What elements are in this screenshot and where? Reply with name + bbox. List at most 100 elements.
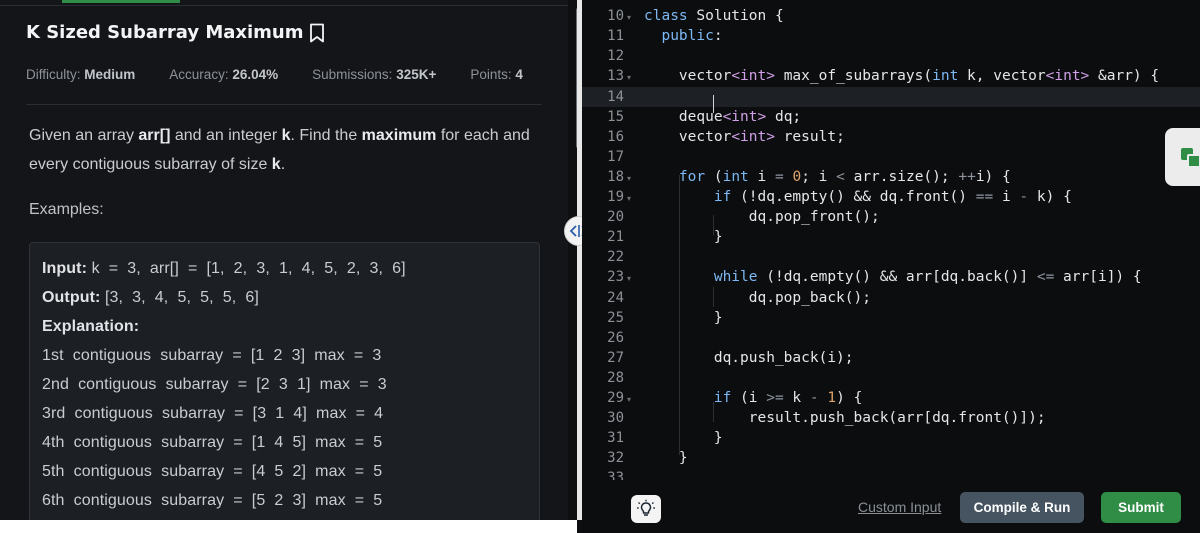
custom-input-link[interactable]: Custom Input xyxy=(858,499,941,515)
desc-text: . xyxy=(280,156,286,173)
accuracy-label: Accuracy: xyxy=(169,67,229,82)
code-text: deque<int> dq; xyxy=(644,108,802,125)
bookmark-icon[interactable] xyxy=(309,23,325,43)
code-line[interactable]: 29 ▾ if (i >= k - 1) { xyxy=(582,388,1200,408)
problem-panel: K Sized Subarray Maximum Difficulty: Med… xyxy=(0,0,568,533)
code-line[interactable]: 12 xyxy=(582,46,1200,66)
code-line[interactable]: 24 dq.pop_back(); xyxy=(582,288,1200,308)
compile-run-button[interactable]: Compile & Run xyxy=(960,492,1084,523)
code-line[interactable]: 19 ▾ if (!dq.empty() && dq.front() == i -… xyxy=(582,187,1200,207)
explanation-line: 3rd contiguous subarray = [3 1 4] max = … xyxy=(42,405,384,422)
code-line[interactable]: 20 dq.pop_front(); xyxy=(582,207,1200,227)
code-text: result.push_back(arr[dq.front()]); xyxy=(644,410,1046,427)
code-line[interactable]: 30 result.push_back(arr[dq.front()]); xyxy=(582,408,1200,428)
problem-meta: Difficulty: Medium Accuracy: 26.04% Subm… xyxy=(26,67,523,82)
line-number: 22 xyxy=(607,249,624,266)
line-number: 20 xyxy=(607,209,624,226)
title-row: K Sized Subarray Maximum xyxy=(26,22,325,43)
code-line[interactable]: 33 xyxy=(582,468,1200,480)
input-value: k = 3, arr[] = [1, 2, 3, 1, 4, 5, 2, 3, … xyxy=(87,260,406,277)
code-text: } xyxy=(644,229,723,246)
indent-guide xyxy=(679,175,680,455)
line-number: 15 xyxy=(607,108,624,125)
code-line[interactable]: 11 public: xyxy=(582,26,1200,46)
code-line[interactable]: 22 xyxy=(582,247,1200,267)
difficulty-label: Difficulty: xyxy=(26,67,81,82)
line-number: 13 xyxy=(607,68,624,85)
line-number: 29 xyxy=(607,390,624,406)
explanation-line: 4th contiguous subarray = [1 4 5] max = … xyxy=(42,434,383,451)
code-text: } xyxy=(644,450,688,467)
code-text: for (int i = 0; i < arr.size(); ++i) { xyxy=(678,168,1011,185)
explanation-line: 1st contiguous subarray = [1 2 3] max = … xyxy=(42,347,382,364)
bottom-strip xyxy=(0,520,577,533)
code-text: public: xyxy=(661,28,723,45)
code-line[interactable]: 17 xyxy=(582,147,1200,167)
explanation-line: 5th contiguous subarray = [4 5 2] max = … xyxy=(42,463,383,480)
line-number: 23 xyxy=(607,269,624,286)
code-line[interactable]: 32 } xyxy=(582,448,1200,468)
code-line[interactable]: 13 ▾ vector<int> max_of_subarrays(int k, … xyxy=(582,66,1200,86)
fold-chevron-icon[interactable]: ▾ xyxy=(627,274,631,283)
submissions: Submissions: 325K+ xyxy=(312,67,436,82)
explanation-line: 2nd contiguous subarray = [2 3 1] max = … xyxy=(42,376,387,393)
fold-chevron-icon[interactable]: ▾ xyxy=(627,174,631,183)
output-label: Output: xyxy=(42,289,101,306)
output-value: [3, 3, 4, 5, 5, 5, 6] xyxy=(100,289,259,306)
accuracy-value: 26.04% xyxy=(232,67,279,82)
code-line[interactable]: 21 } xyxy=(582,227,1200,247)
lightbulb-icon[interactable] xyxy=(631,495,661,523)
code-line[interactable]: 16 vector<int> result; xyxy=(582,127,1200,147)
line-number: 33 xyxy=(607,470,624,480)
code-text: } xyxy=(644,430,723,447)
code-line[interactable]: 15 deque<int> dq; xyxy=(582,107,1200,127)
submit-button[interactable]: Submit xyxy=(1101,492,1181,523)
code-text: dq.push_back(i); xyxy=(644,349,854,366)
code-line[interactable]: 18 ▾ for (int i = 0; i < arr.size(); ++i)… xyxy=(582,167,1200,187)
explanation-label: Explanation: xyxy=(42,318,139,336)
line-number: 18 xyxy=(607,168,624,185)
points: Points: 4 xyxy=(470,67,523,82)
code-line[interactable]: 10 ▾ class Solution { xyxy=(582,6,1200,26)
desc-maximum: maximum xyxy=(361,127,437,144)
code-line[interactable]: 26 xyxy=(582,328,1200,348)
input-label: Input: xyxy=(42,260,88,277)
submissions-label: Submissions: xyxy=(312,67,393,82)
explanation-label-text: Explanation: xyxy=(42,318,140,335)
explanation-line: 6th contiguous subarray = [5 2 3] max = … xyxy=(42,492,383,509)
code-line[interactable]: 23 ▾ while (!dq.empty() && arr[dq.back()]… xyxy=(582,267,1200,287)
code-text: vector<int> result; xyxy=(644,128,845,145)
chat-widget-icon[interactable] xyxy=(1165,128,1200,186)
line-number: 27 xyxy=(607,349,624,366)
code-line[interactable]: 28 xyxy=(582,368,1200,388)
code-line[interactable]: 27 dq.push_back(i); xyxy=(582,348,1200,368)
line-number: 11 xyxy=(607,28,624,45)
indent-guide xyxy=(713,287,714,307)
active-tab-indicator xyxy=(62,0,180,3)
code-line[interactable]: 31 } xyxy=(582,428,1200,448)
code-text: if (i >= k - 1) { xyxy=(713,390,863,406)
fold-chevron-icon[interactable]: ▾ xyxy=(627,73,631,82)
indent-guide xyxy=(713,215,714,235)
indent-guide xyxy=(713,402,714,422)
tab-divider xyxy=(0,5,568,6)
code-line[interactable]: 9 xyxy=(582,0,1200,6)
code-line[interactable]: 25 } xyxy=(582,308,1200,328)
line-number: 25 xyxy=(607,309,624,326)
examples-heading: Examples: xyxy=(29,201,104,218)
example-box: Input: k = 3, arr[] = [1, 2, 3, 1, 4, 5,… xyxy=(29,242,540,533)
fold-chevron-icon[interactable]: ▾ xyxy=(627,194,631,203)
line-number: 31 xyxy=(607,430,624,447)
desc-k: k xyxy=(271,156,281,173)
difficulty-value: Medium xyxy=(84,67,136,82)
code-line[interactable]: 14 xyxy=(582,86,1200,107)
code-editor[interactable]: 910▾class Solution {11 public:1213▾ vect… xyxy=(582,0,1200,480)
line-number: 16 xyxy=(607,128,624,145)
line-number: 21 xyxy=(607,229,624,246)
widget-shape xyxy=(1187,154,1200,168)
fold-chevron-icon[interactable]: ▾ xyxy=(627,13,631,22)
code-text: if (!dq.empty() && dq.front() == i - k) … xyxy=(713,189,1072,205)
example-output: Output: [3, 3, 4, 5, 5, 5, 6] xyxy=(42,289,259,307)
fold-chevron-icon[interactable]: ▾ xyxy=(627,395,631,404)
line-number: 26 xyxy=(607,329,624,346)
